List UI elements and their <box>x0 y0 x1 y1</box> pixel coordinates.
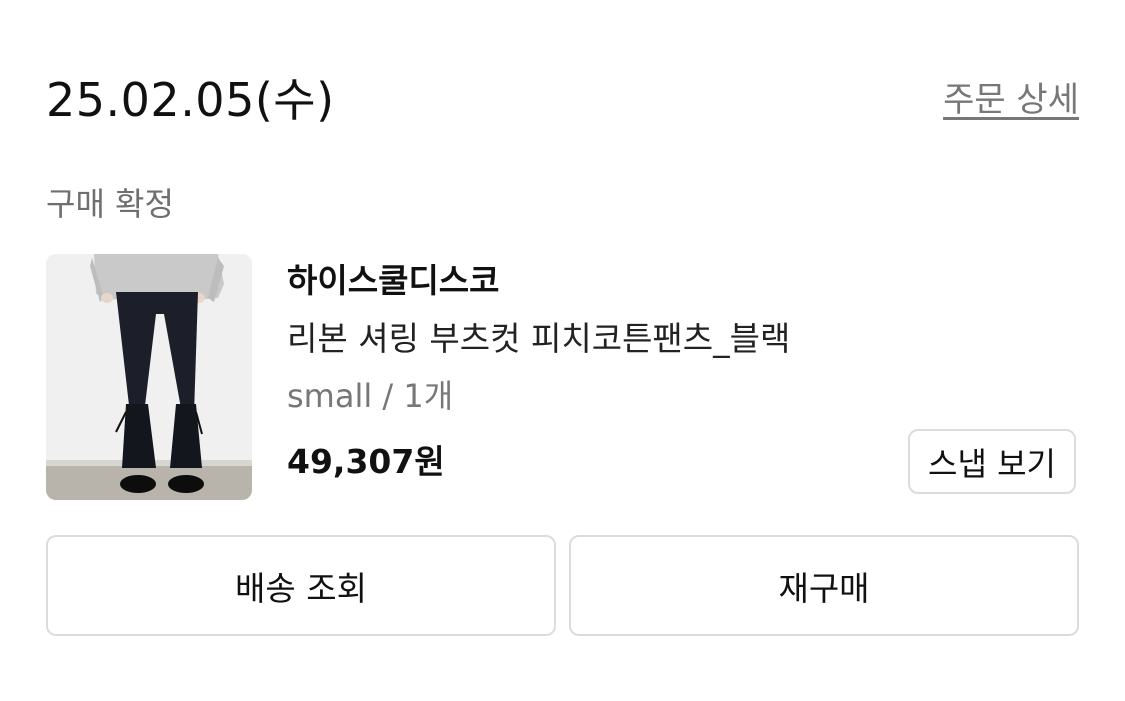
product-name[interactable]: 리본 셔링 부츠컷 피치코튼팬츠_블랙 <box>287 318 790 360</box>
snap-view-button[interactable]: 스냅 보기 <box>908 429 1076 494</box>
reorder-button[interactable]: 재구매 <box>569 535 1079 636</box>
product-price: 49,307원 <box>287 442 445 481</box>
order-date: 25.02.05(수) <box>46 73 335 127</box>
brand-name: 하이스쿨디스코 <box>287 261 500 300</box>
product-option: small / 1개 <box>287 377 454 415</box>
product-image[interactable] <box>46 254 252 500</box>
order-status: 구매 확정 <box>46 185 174 223</box>
order-detail-link[interactable]: 주문 상세 <box>943 78 1079 122</box>
shipping-tracking-button[interactable]: 배송 조회 <box>46 535 556 636</box>
